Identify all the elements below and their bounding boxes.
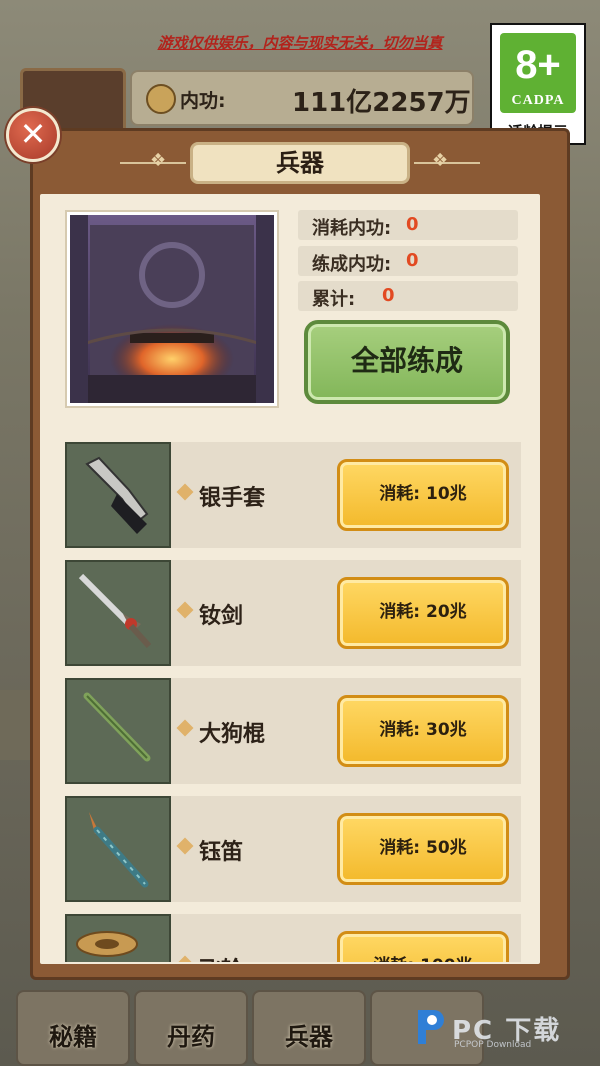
stat-value: 0 (382, 285, 395, 306)
rating-age: 8+ (515, 43, 561, 87)
nav-label: 秘籍 (49, 1023, 97, 1051)
stat-consume: 消耗内功: 0 (298, 210, 518, 240)
side-widget (0, 690, 32, 760)
stat-total: 累计: 0 (298, 281, 518, 311)
item-name: 银手套 (199, 486, 266, 511)
nav-weapons[interactable]: 兵器 (252, 990, 366, 1066)
item-name: 钕剑 (199, 604, 244, 629)
list-item: 钰笛 消耗: 50兆 (65, 796, 521, 902)
bullet-icon (176, 719, 194, 737)
cost-label: 消耗: 100兆 (340, 934, 506, 962)
cost-button[interactable]: 消耗: 100兆 (337, 931, 509, 962)
ornament-left-icon: ❖ (150, 150, 167, 171)
cost-label: 消耗: 20兆 (379, 602, 467, 622)
refine-all-label: 全部练成 (350, 344, 463, 377)
watermark: PC 下载 PCPOP Download (410, 1006, 600, 1056)
staff-icon (65, 678, 171, 784)
panel-title-plate: 兵器 (190, 142, 410, 184)
age-rating-badge: 8+ CADPA 适龄提示 (490, 23, 586, 145)
stat-value: 0 (406, 250, 419, 271)
bullet-icon (176, 601, 194, 619)
nav-secret-manuals[interactable]: 秘籍 (16, 990, 130, 1066)
neigong-value: 111亿2257万 (292, 88, 471, 118)
list-item: 飞轮 消耗: 100兆 (65, 914, 521, 962)
glove-icon (65, 442, 171, 548)
wheel-icon (65, 914, 171, 962)
cost-button[interactable]: 消耗: 20兆 (337, 577, 509, 649)
ornament-right-icon: ❖ (432, 150, 449, 171)
neigong-label: 内功: (180, 90, 226, 112)
panel-title: 兵器 (276, 149, 324, 177)
nav-pills[interactable]: 丹药 (134, 990, 248, 1066)
watermark-sub: PCPOP Download (454, 1040, 532, 1050)
cost-label: 消耗: 30兆 (379, 720, 467, 740)
nav-label: 兵器 (285, 1023, 333, 1051)
list-item: 大狗棍 消耗: 30兆 (65, 678, 521, 784)
close-button[interactable]: ✕ (6, 108, 60, 162)
rating-org: CADPA (511, 93, 565, 108)
list-item: 钕剑 消耗: 20兆 (65, 560, 521, 666)
flute-icon (65, 796, 171, 902)
forge-illustration (65, 210, 279, 408)
neigong-icon (146, 84, 176, 114)
bullet-icon (176, 955, 194, 962)
bullet-icon (176, 483, 194, 501)
bullet-icon (176, 837, 194, 855)
refine-all-button[interactable]: 全部练成 (304, 320, 510, 404)
nav-label: 丹药 (167, 1023, 215, 1051)
item-name: 大狗棍 (199, 722, 266, 747)
rating-block: 8+ CADPA (500, 33, 576, 113)
item-name: 飞轮 (199, 952, 243, 962)
stat-label: 消耗内功: (312, 218, 392, 239)
cost-button[interactable]: 消耗: 50兆 (337, 813, 509, 885)
watermark-logo-icon (418, 1010, 444, 1044)
stat-label: 累计: (312, 289, 356, 310)
weapon-list: 银手套 消耗: 10兆 钕剑 消耗: 20兆 大狗棍 消耗: 30兆 钰笛 消耗… (65, 442, 521, 962)
sword-icon (65, 560, 171, 666)
stat-value: 0 (406, 214, 419, 235)
close-icon: ✕ (19, 115, 47, 153)
stat-label: 练成内功: (312, 254, 392, 275)
neigong-display: 内功: 111亿2257万 (130, 70, 474, 126)
forge-image (70, 215, 274, 403)
cost-label: 消耗: 50兆 (379, 838, 467, 858)
item-name: 钰笛 (199, 840, 244, 865)
list-item: 银手套 消耗: 10兆 (65, 442, 521, 548)
cost-button[interactable]: 消耗: 10兆 (337, 459, 509, 531)
cost-button[interactable]: 消耗: 30兆 (337, 695, 509, 767)
stat-refined: 练成内功: 0 (298, 246, 518, 276)
cost-label: 消耗: 10兆 (379, 484, 467, 504)
